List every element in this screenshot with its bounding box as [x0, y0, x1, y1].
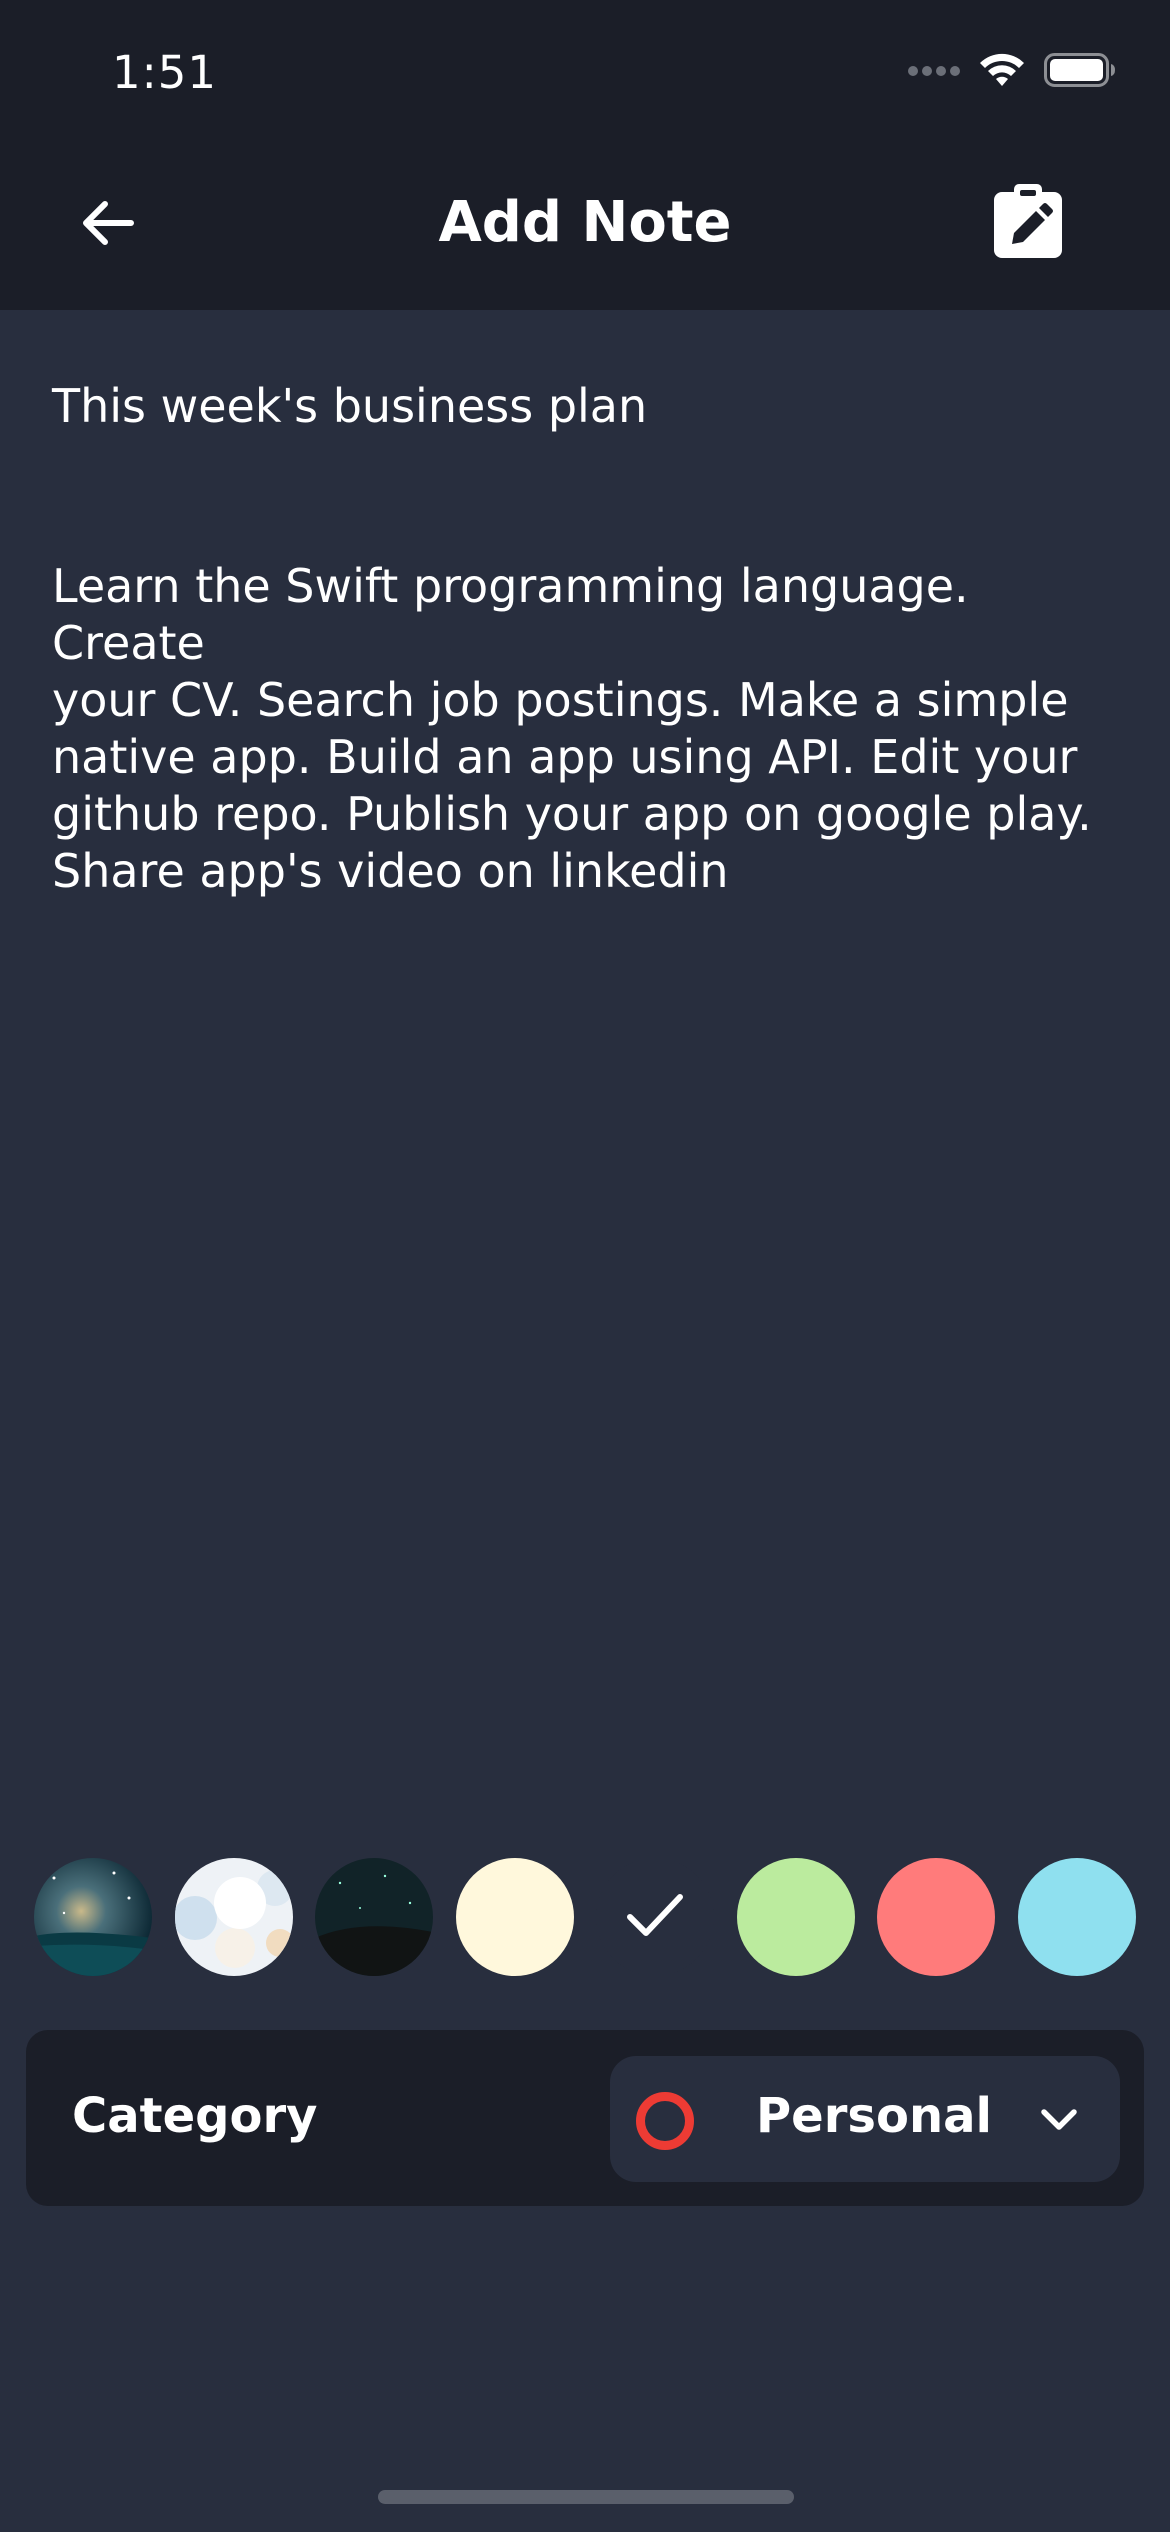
battery-icon	[1044, 53, 1116, 91]
background-option-milky-way[interactable]	[34, 1858, 152, 1976]
save-note-button[interactable]	[992, 184, 1064, 260]
category-label: Category	[72, 2088, 318, 2144]
category-value: Personal	[756, 2088, 992, 2144]
background-option-green[interactable]	[737, 1858, 855, 1976]
background-option-white-clouds[interactable]	[175, 1858, 293, 1976]
background-option-night-hills[interactable]	[315, 1858, 433, 1976]
note-title-field[interactable]: This week's business plan	[52, 378, 1122, 434]
status-icons	[908, 52, 1116, 92]
status-bar: 1:51	[0, 0, 1170, 140]
background-option-red[interactable]	[877, 1858, 995, 1976]
note-body-field[interactable]: Learn the Swift programming language. Cr…	[52, 558, 1132, 900]
category-card: Category Personal	[26, 2030, 1144, 2206]
category-color-dot	[636, 2092, 694, 2150]
background-option-cream[interactable]	[456, 1858, 574, 1976]
app-bar: Add Note	[0, 140, 1170, 310]
background-option-default-selected[interactable]	[596, 1858, 714, 1976]
wifi-icon	[978, 52, 1026, 92]
background-picker	[34, 1858, 1154, 1976]
background-option-blue[interactable]	[1018, 1858, 1136, 1976]
status-time: 1:51	[112, 46, 218, 99]
cellular-signal-icon	[908, 63, 960, 82]
checkmark-icon	[626, 1893, 684, 1941]
home-indicator	[378, 2490, 794, 2504]
category-dropdown[interactable]: Personal	[610, 2056, 1120, 2182]
clipboard-edit-icon	[992, 184, 1064, 264]
chevron-down-icon	[1036, 2096, 1082, 2142]
